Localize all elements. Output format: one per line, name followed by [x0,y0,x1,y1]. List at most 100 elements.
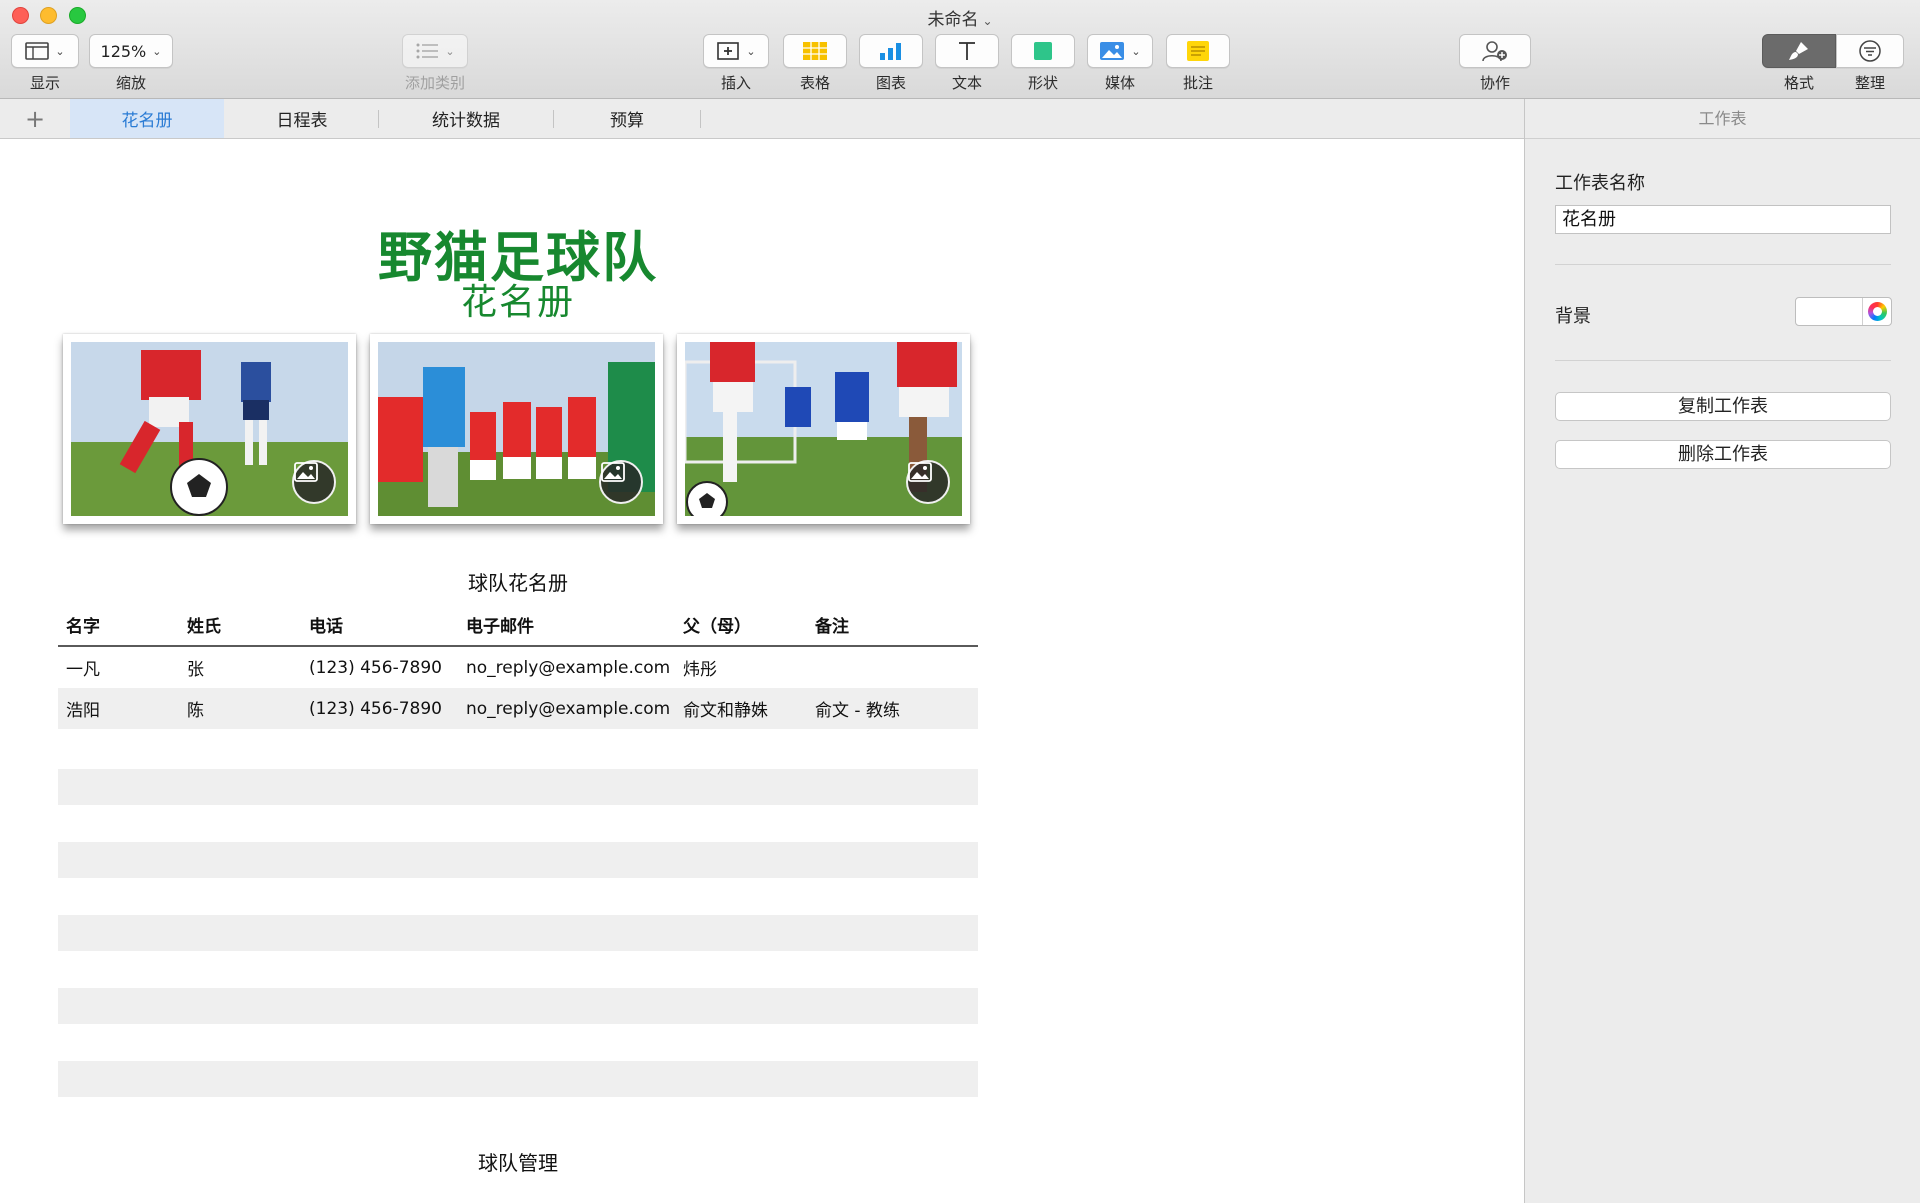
column-header-email[interactable]: 电子邮件 [466,603,534,645]
text-button[interactable] [935,34,999,68]
color-wheel-icon[interactable] [1868,302,1887,321]
column-header-parent[interactable]: 父（母） [683,603,751,645]
organize-button[interactable] [1836,34,1904,68]
tab-budget[interactable]: 预算 [554,99,700,138]
empty-table-row[interactable] [58,915,978,951]
table-cell[interactable]: 张 [187,647,204,688]
tab-schedule[interactable]: 日程表 [226,99,378,138]
format-button[interactable] [1762,34,1836,68]
empty-table-row[interactable] [58,769,978,805]
add-category-button[interactable]: ⌄ [402,34,468,68]
format-label: 格式 [1783,74,1814,92]
page-subtitle[interactable]: 花名册 [0,273,1036,325]
media-control: ⌄ 媒体 [1087,34,1153,93]
column-header-notes[interactable]: 备注 [815,603,849,645]
organize-label: 整理 [1854,74,1885,92]
soccer-photo-3 [685,342,962,516]
photo-frame[interactable] [677,334,970,524]
view-button[interactable]: ⌄ [11,34,79,68]
table-cell[interactable]: 浩阳 [66,688,100,729]
photo-frame[interactable] [370,334,663,524]
table-cell[interactable]: 陈 [187,688,204,729]
add-sheet-button[interactable]: + [20,104,50,134]
collaborate-control: 协作 [1459,34,1531,93]
table-cell[interactable]: (123) 456-7890 [309,688,442,729]
sheet-name-field[interactable]: 花名册 [1555,205,1891,234]
collaborate-button[interactable] [1459,34,1531,68]
background-label: 背景 [1555,306,1591,327]
view-label: 显示 [29,74,60,92]
text-t-icon [959,42,975,60]
table-button[interactable] [783,34,847,68]
shape-square-icon [1034,42,1052,60]
divider [1862,298,1863,325]
sheet-canvas[interactable]: 野猫足球队 花名册 球队花名册 名字 姓氏 电话 电子邮件 父（母） 备注 一凡… [0,139,1524,1203]
chart-label: 图表 [875,74,906,92]
divider [1555,264,1891,265]
image-placeholder-icon[interactable] [292,460,336,504]
chevron-down-icon: ⌄ [55,44,65,58]
delete-sheet-button[interactable]: 删除工作表 [1555,440,1891,469]
soccer-photo-1 [71,342,348,516]
roster-table[interactable]: 名字 姓氏 电话 电子邮件 父（母） 备注 一凡 张 (123) 456-789… [58,603,978,729]
tab-budget-label: 预算 [610,111,644,131]
empty-table-row[interactable] [58,1061,978,1097]
paintbrush-icon [1789,42,1808,60]
table-cell[interactable]: no_reply@example.com [466,688,670,729]
table-cell[interactable]: no_reply@example.com [466,647,670,688]
column-header-phone[interactable]: 电话 [309,603,343,645]
insert-button[interactable]: ⌄ [703,34,769,68]
tab-schedule-label: 日程表 [276,111,328,131]
background-color-well[interactable] [1795,297,1892,326]
table-cell[interactable]: 俞文 - 教练 [815,688,900,729]
sidebar-view-icon [25,42,50,60]
inspector-header: 工作表 [1525,99,1920,139]
sheet-tab-bar: + 花名册 日程表 统计数据 预算 [0,99,1524,139]
text-control: 文本 [935,34,999,93]
tab-roster[interactable]: 花名册 [70,99,224,138]
chevron-down-icon: ⌄ [152,44,162,58]
shape-button[interactable] [1011,34,1075,68]
image-placeholder-icon[interactable] [906,460,950,504]
table-cell[interactable]: 炜彤 [683,647,717,688]
insert-plus-icon [717,42,740,60]
column-header-last-name[interactable]: 姓氏 [187,603,221,645]
roster-table-title[interactable]: 球队花名册 [0,567,1036,596]
tab-statistics-label: 统计数据 [432,111,500,131]
text-label: 文本 [951,74,982,92]
divider [1555,360,1891,361]
organize-control: 整理 [1836,34,1904,93]
table-cell[interactable]: 俞文和静姝 [683,688,768,729]
photo-icon [1100,42,1125,60]
note-icon [1187,41,1209,61]
numbers-window: 未命名 ⌄ ⌄ 显示 125% ⌄ 缩放 ⌄ 添加类别 ⌄ 插入 表格 图表 文… [0,0,1920,1203]
table-header-row: 名字 姓氏 电话 电子邮件 父（母） 备注 [58,603,978,647]
tab-divider [700,110,701,128]
comment-button[interactable] [1166,34,1230,68]
chart-control: 图表 [859,34,923,93]
tab-statistics[interactable]: 统计数据 [379,99,553,138]
insert-label: 插入 [720,74,751,92]
table-cell[interactable]: 一凡 [66,647,100,688]
chart-button[interactable] [859,34,923,68]
comment-label: 批注 [1182,74,1213,92]
person-add-icon [1482,41,1507,62]
empty-table-row[interactable] [58,842,978,878]
duplicate-sheet-button[interactable]: 复制工作表 [1555,392,1891,421]
sheet-name-label: 工作表名称 [1555,173,1645,194]
format-control: 格式 [1762,34,1836,93]
tab-roster-label: 花名册 [121,111,173,131]
zoom-select[interactable]: 125% ⌄ [89,34,173,68]
photo-frame[interactable] [63,334,356,524]
image-placeholder-icon[interactable] [599,460,643,504]
column-header-first-name[interactable]: 名字 [66,603,100,645]
table-label: 表格 [799,74,830,92]
document-title[interactable]: 未命名 ⌄ [0,5,1920,30]
category-control: ⌄ 添加类别 [402,34,468,93]
table-cell[interactable]: (123) 456-7890 [309,647,442,688]
empty-table-row[interactable] [58,988,978,1024]
management-table-title[interactable]: 球队管理 [0,1147,1036,1176]
document-title-text: 未命名 [927,10,979,30]
media-button[interactable]: ⌄ [1087,34,1153,68]
shape-label: 形状 [1027,74,1058,92]
